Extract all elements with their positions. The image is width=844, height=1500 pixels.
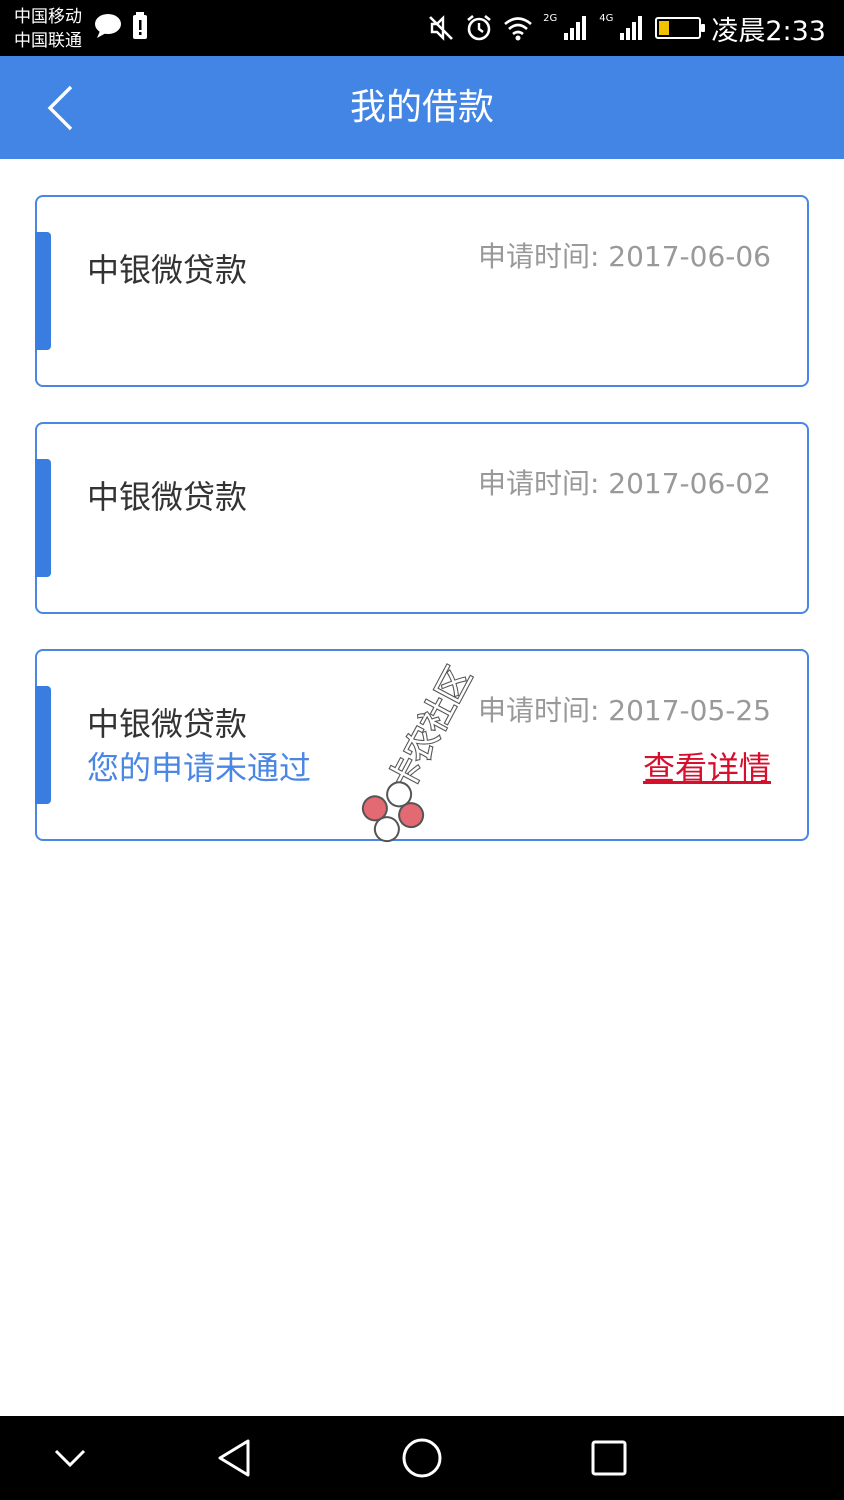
app-header: 我的借款 (0, 56, 844, 159)
apply-date: 申请时间: 2017-06-06 (477, 240, 771, 273)
carrier-labels: 中国移动 中国联通 (14, 5, 82, 53)
card-accent-bar (35, 686, 51, 804)
loan-card[interactable]: 中银微贷款 申请时间: 2017-06-06 (35, 195, 809, 387)
signal-icon (620, 16, 643, 40)
chevron-down-icon (54, 1449, 86, 1468)
system-nav-bar (0, 1416, 844, 1500)
application-status: 您的申请未通过 (87, 749, 312, 787)
status-bar: 中国移动 中国联通 2G 4G 凌晨2:33 (0, 0, 844, 56)
hide-keyboard-button[interactable] (38, 1430, 102, 1486)
card-accent-bar (35, 232, 51, 350)
loan-card[interactable]: 中银微贷款 您的申请未通过 申请时间: 2017-05-25 查看详情 (35, 649, 809, 841)
mute-icon (429, 15, 454, 41)
view-details-link[interactable]: 查看详情 (643, 743, 771, 789)
carrier-2: 中国联通 (14, 31, 82, 51)
recents-square-icon (591, 1440, 627, 1476)
clock: 凌晨2:33 (711, 15, 826, 47)
battery-icon (655, 17, 706, 39)
alarm-icon (467, 14, 491, 41)
apply-date: 申请时间: 2017-06-02 (477, 467, 771, 500)
loan-name: 中银微贷款 (87, 251, 248, 289)
chat-bubble-icon (95, 14, 121, 38)
carrier-1: 中国移动 (14, 7, 82, 27)
nav-recents-button[interactable] (577, 1430, 641, 1486)
loan-name: 中银微贷款 (87, 478, 248, 516)
page-title: 我的借款 (349, 87, 494, 128)
network-4g-label: 4G (599, 12, 614, 24)
nav-back-button[interactable] (202, 1430, 266, 1486)
loan-card[interactable]: 中银微贷款 申请时间: 2017-06-02 (35, 422, 809, 614)
network-2g-label: 2G (543, 12, 558, 24)
signal-icon (564, 16, 587, 40)
nav-home-button[interactable] (390, 1430, 454, 1486)
notification-icons (94, 12, 148, 40)
chevron-left-icon (47, 85, 73, 131)
back-button[interactable] (30, 76, 90, 140)
status-icons: 2G 4G 凌晨2:33 (427, 8, 826, 48)
back-triangle-icon (218, 1439, 250, 1477)
battery-level (659, 21, 670, 35)
loan-name: 中银微贷款 (87, 705, 248, 743)
card-accent-bar (35, 459, 51, 577)
home-circle-icon (402, 1438, 442, 1478)
apply-date: 申请时间: 2017-05-25 (477, 694, 771, 727)
battery-alert-icon (133, 12, 147, 39)
wifi-icon (504, 17, 532, 41)
